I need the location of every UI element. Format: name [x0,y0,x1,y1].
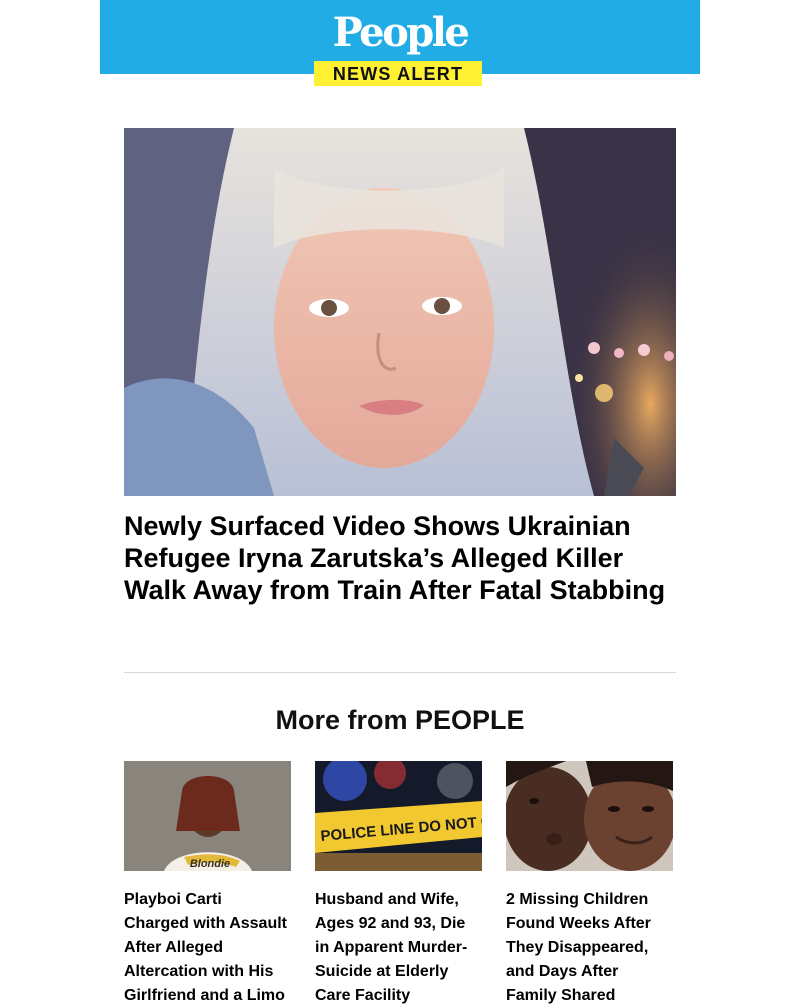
story-card-missing-children[interactable]: 2 Missing Children Found Weeks After The… [506,761,673,1008]
story-thumbnail[interactable] [506,761,673,871]
story-card-playboi-carti[interactable]: Blondie Playboi Carti Charged with Assau… [124,761,291,1008]
section-divider [124,672,676,673]
hero-photo-illustration [124,128,676,496]
people-logo[interactable]: People [0,10,800,56]
more-section-title: More from PEOPLE [275,705,525,735]
thumbnail-man-portrait: Blondie [124,761,291,871]
story-thumbnail[interactable]: POLICE LINE DO NOT CROSS [315,761,482,871]
hero-image[interactable] [124,128,676,496]
main-headline[interactable]: Newly Surfaced Video Shows Ukrainian Ref… [124,510,676,606]
story-title[interactable]: 2 Missing Children Found Weeks After The… [506,888,673,1008]
thumbnail-police-tape: POLICE LINE DO NOT CROSS [315,761,482,871]
story-card-murder-suicide[interactable]: POLICE LINE DO NOT CROSS Husband and Wif… [315,761,482,1008]
story-title[interactable]: Husband and Wife, Ages 92 and 93, Die in… [315,888,482,1008]
story-title[interactable]: Playboi Carti Charged with Assault After… [124,888,291,1008]
thumbnail-two-children [506,761,673,871]
shirt-print: Blondie [190,858,230,870]
story-thumbnail[interactable]: Blondie [124,761,291,871]
news-alert-badge: NEWS ALERT [314,61,482,86]
